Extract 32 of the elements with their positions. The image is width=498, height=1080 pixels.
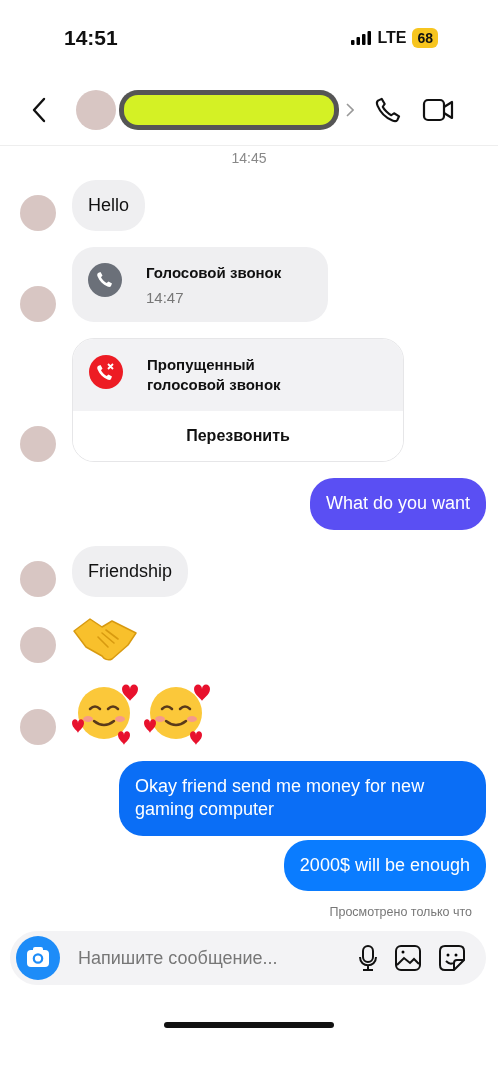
- received-message: Hello: [72, 180, 146, 232]
- sticker-icon[interactable]: [438, 944, 466, 973]
- image-icon[interactable]: [394, 944, 422, 973]
- avatar-photo-placeholder: [20, 195, 56, 232]
- call-time: 14:47: [146, 288, 185, 306]
- battery-level: 68: [412, 27, 438, 48]
- microphone-icon[interactable]: [358, 944, 378, 973]
- message-input[interactable]: Напишите сообщение...: [76, 946, 342, 970]
- sent-message: Okay friend send me money for new gaming computer: [119, 760, 486, 836]
- timestamp: 14:45: [230, 150, 268, 166]
- avatar-photo-placeholder: [20, 560, 56, 597]
- camera-icon[interactable]: [16, 936, 60, 981]
- back-icon[interactable]: [32, 97, 46, 123]
- phone-icon[interactable]: [374, 96, 402, 124]
- phone-icon: [88, 263, 122, 298]
- avatar-photo-placeholder: [20, 626, 56, 663]
- missed-call-icon: [89, 354, 123, 389]
- avatar-photo-placeholder: [20, 426, 56, 463]
- received-message: Friendship: [72, 545, 189, 597]
- call-title: Голосовой звонок: [146, 263, 282, 284]
- avatar-photo-placeholder: [20, 285, 56, 322]
- message-composer[interactable]: Напишите сообщение...: [10, 931, 486, 986]
- avatar-photo-placeholder: [20, 708, 56, 745]
- network-label: LTE: [377, 28, 407, 47]
- sent-message: What do you want: [309, 478, 486, 530]
- signal-icon: [351, 30, 372, 45]
- video-camera-icon[interactable]: [422, 97, 454, 123]
- missed-call-title: Пропущенный голосовой звонок: [147, 354, 282, 395]
- seen-status: Просмотрено только что: [328, 904, 473, 920]
- sent-message: 2000$ will be enough: [283, 839, 486, 892]
- status-time: 14:51: [64, 25, 118, 50]
- chevron-icon[interactable]: [346, 103, 354, 117]
